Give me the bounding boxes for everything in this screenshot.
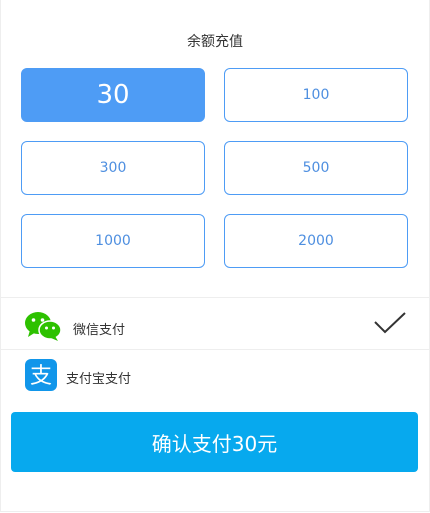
amount-option-100[interactable]: 100	[224, 68, 408, 122]
checkmark-icon	[373, 311, 407, 335]
amount-option-300[interactable]: 300	[21, 141, 205, 195]
wechat-icon	[24, 310, 62, 342]
amount-option-500[interactable]: 500	[224, 141, 408, 195]
alipay-icon: 支	[25, 359, 57, 391]
payment-option-wechat[interactable]: 微信支付	[0, 303, 430, 351]
amount-option-30[interactable]: 30	[21, 68, 205, 122]
divider	[0, 297, 430, 298]
svg-text:支: 支	[30, 364, 52, 389]
amount-option-1000[interactable]: 1000	[21, 214, 205, 268]
payment-label-alipay: 支付宝支付	[66, 372, 132, 387]
payment-label-wechat: 微信支付	[73, 323, 126, 338]
amount-option-2000[interactable]: 2000	[224, 214, 408, 268]
divider	[0, 349, 430, 350]
page-title: 余额充值	[187, 34, 243, 50]
payment-option-alipay[interactable]: 支 支付宝支付	[0, 351, 430, 399]
confirm-pay-button[interactable]: 确认支付30元	[11, 412, 418, 472]
